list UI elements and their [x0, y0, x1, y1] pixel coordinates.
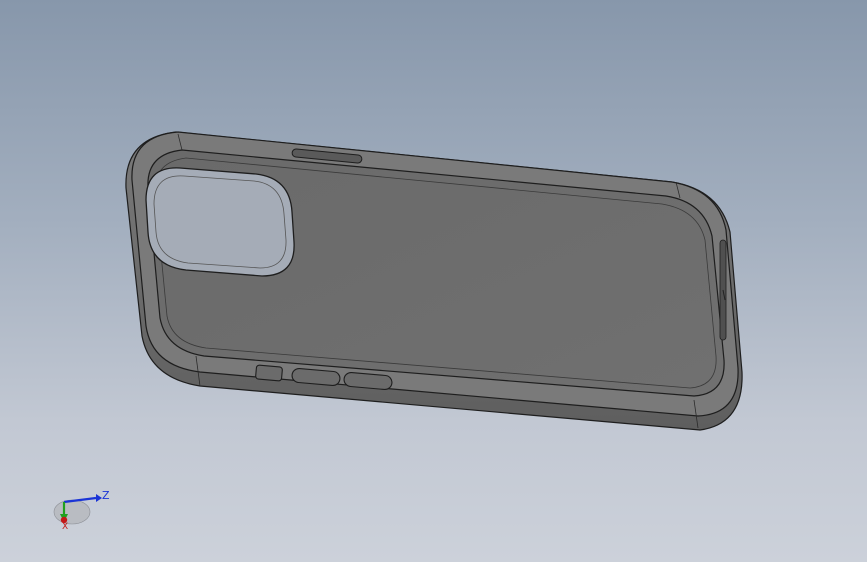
phone-case-model[interactable] [0, 0, 867, 562]
camera-cutout[interactable] [145, 167, 295, 277]
axis-z-label: Z [102, 489, 110, 502]
mute-switch-cutout[interactable] [255, 364, 283, 382]
graphics-viewport[interactable]: Z X [0, 0, 867, 562]
orientation-triad: Z X [44, 486, 116, 534]
axis-x-label: X [62, 522, 69, 532]
